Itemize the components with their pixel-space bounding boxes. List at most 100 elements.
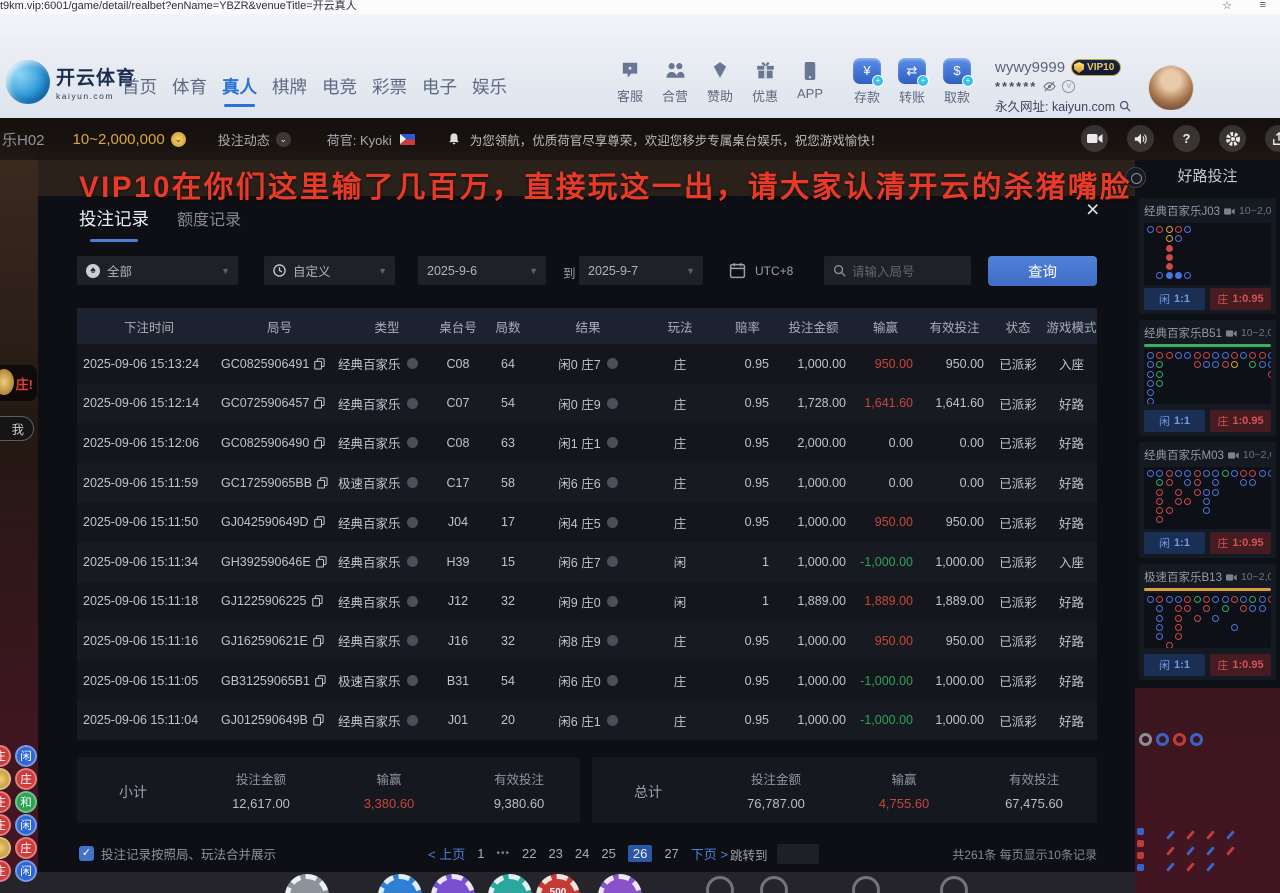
result-badge: 庄 xyxy=(0,791,11,813)
cell-table_no: C07 xyxy=(436,396,480,410)
browser-menu-icon[interactable]: ≡ xyxy=(1260,0,1266,11)
quicklink-优惠[interactable]: 优惠 xyxy=(748,61,782,105)
round-search-input[interactable]: 请输入局号 xyxy=(824,256,971,285)
search-button[interactable]: 查询 xyxy=(988,256,1097,286)
tab-bet-records[interactable]: 投注记录 xyxy=(79,206,149,242)
result-detail-icon[interactable] xyxy=(607,715,618,726)
bet-record-row: 2025-09-06 15:13:24GC0825906491经典百家乐C086… xyxy=(77,344,1097,384)
page-27[interactable]: 27 xyxy=(664,846,678,861)
nav-棋牌[interactable]: 棋牌 xyxy=(272,74,307,111)
page-23[interactable]: 23 xyxy=(548,846,562,861)
copy-icon[interactable] xyxy=(314,516,325,528)
chip-ring xyxy=(706,876,734,893)
calendar-icon[interactable] xyxy=(729,262,746,282)
cell-result: 闲9 庄0 xyxy=(536,592,640,611)
permanent-domain: 永久网址: kaiyun.com xyxy=(995,96,1115,115)
copy-icon[interactable] xyxy=(314,437,325,449)
jump-page-input[interactable] xyxy=(777,844,819,864)
result-detail-icon[interactable] xyxy=(607,675,618,686)
page-1[interactable]: 1 xyxy=(477,846,484,861)
player-bet-button[interactable]: 闲1:1 xyxy=(1144,532,1205,554)
quicklink-APP[interactable]: APP xyxy=(793,61,827,105)
wallet-存款[interactable]: ¥存款 xyxy=(850,58,884,106)
nav-电竞[interactable]: 电竞 xyxy=(322,74,357,111)
result-detail-icon[interactable] xyxy=(607,477,618,488)
share-icon[interactable] xyxy=(1265,125,1280,152)
cell-game_no: 64 xyxy=(480,357,536,371)
wallet-转账[interactable]: ⇄转账 xyxy=(895,58,929,106)
result-detail-icon[interactable] xyxy=(607,437,618,448)
wallet-取款[interactable]: $取款 xyxy=(940,58,974,106)
quicklink-赞助[interactable]: 赞助 xyxy=(703,61,737,105)
column-header: 投注金额 xyxy=(775,317,852,336)
result-detail-icon[interactable] xyxy=(607,517,618,528)
date-from-dropdown[interactable]: 2025-9-6▼ xyxy=(418,256,546,285)
eye-slash-icon[interactable] xyxy=(1043,81,1056,92)
game-type-dropdown[interactable]: ♠ 全部▼ xyxy=(77,256,238,285)
nav-电子[interactable]: 电子 xyxy=(422,74,457,111)
site-logo[interactable]: 开云体育 kaiyun.com xyxy=(6,60,136,104)
banker-bet-button[interactable]: 庄1:0.95 xyxy=(1210,288,1271,310)
cell-valid: 1,000.00 xyxy=(919,555,990,569)
help-icon[interactable]: ? xyxy=(1173,125,1200,152)
result-detail-icon[interactable] xyxy=(607,398,618,409)
page-26[interactable]: 26 xyxy=(628,845,652,862)
chip[interactable] xyxy=(431,874,475,893)
nav-娱乐[interactable]: 娱乐 xyxy=(472,74,507,111)
video-icon[interactable] xyxy=(1081,125,1108,152)
speaker-icon[interactable] xyxy=(1127,125,1154,152)
result-detail-icon[interactable] xyxy=(607,358,618,369)
nav-真人[interactable]: 真人 xyxy=(222,74,257,111)
page-24[interactable]: 24 xyxy=(575,846,589,861)
tab-quota-records[interactable]: 额度记录 xyxy=(177,206,241,230)
bet-trend-label[interactable]: 投注动态 xyxy=(218,130,270,149)
nav-彩票[interactable]: 彩票 xyxy=(372,74,407,111)
chip[interactable] xyxy=(488,874,532,893)
result-detail-icon[interactable] xyxy=(607,556,618,567)
prev-page[interactable]: < 上页 xyxy=(428,844,465,863)
page-25[interactable]: 25 xyxy=(601,846,615,861)
limit-dropdown-icon[interactable]: ⌄ xyxy=(171,132,186,147)
copy-icon[interactable] xyxy=(313,714,324,726)
quicklink-客服[interactable]: 客服 xyxy=(613,61,647,105)
copy-icon[interactable] xyxy=(316,556,327,568)
copy-icon[interactable] xyxy=(314,358,325,370)
trend-dropdown-icon[interactable]: ⌄ xyxy=(276,132,291,147)
copy-icon[interactable] xyxy=(315,675,326,687)
copy-icon[interactable] xyxy=(312,595,323,607)
banker-bet-button[interactable]: 庄1:0.95 xyxy=(1210,532,1271,554)
chip[interactable] xyxy=(285,874,329,893)
gear-icon[interactable] xyxy=(1219,125,1246,152)
next-page[interactable]: 下页 > xyxy=(691,844,728,863)
banker-win-badge: 庄! xyxy=(0,365,37,401)
copy-icon[interactable] xyxy=(314,397,325,409)
quicklink-合营[interactable]: 合营 xyxy=(658,61,692,105)
chip-500[interactable]: 500 xyxy=(536,874,580,893)
nav-体育[interactable]: 体育 xyxy=(172,74,207,111)
player-bet-button[interactable]: 闲1:1 xyxy=(1144,410,1205,432)
search-icon[interactable] xyxy=(1119,100,1131,112)
time-range-dropdown[interactable]: 自定义▼ xyxy=(264,256,395,285)
me-button[interactable]: 我 xyxy=(0,416,34,441)
result-detail-icon[interactable] xyxy=(607,596,618,607)
cell-status: 已派彩 xyxy=(990,513,1046,532)
chip[interactable] xyxy=(598,874,642,893)
banker-bet-button[interactable]: 庄1:0.95 xyxy=(1210,410,1271,432)
bookmark-star-icon[interactable]: ☆ xyxy=(1222,0,1232,12)
gold-badge xyxy=(0,837,11,859)
chip[interactable] xyxy=(378,874,422,893)
date-to-dropdown[interactable]: 2025-9-7▼ xyxy=(579,256,703,285)
player-bet-button[interactable]: 闲1:1 xyxy=(1144,654,1205,676)
player-bet-button[interactable]: 闲1:1 xyxy=(1144,288,1205,310)
copy-icon[interactable] xyxy=(313,635,324,647)
nav-首页[interactable]: 首页 xyxy=(122,74,157,111)
total-panel: 总计投注金额76,787.00输赢4,755.60有效投注67,475.60 xyxy=(592,757,1097,823)
result-detail-icon[interactable] xyxy=(607,635,618,646)
banker-bet-button[interactable]: 庄1:0.95 xyxy=(1210,654,1271,676)
user-avatar[interactable] xyxy=(1148,65,1194,111)
page-22[interactable]: 22 xyxy=(522,846,536,861)
betting-chips-row: 500 xyxy=(0,872,1135,893)
copy-icon[interactable] xyxy=(317,477,328,489)
summary-col: 有效投注9,380.60 xyxy=(459,757,579,811)
merge-checkbox[interactable]: ✓ xyxy=(79,846,94,861)
